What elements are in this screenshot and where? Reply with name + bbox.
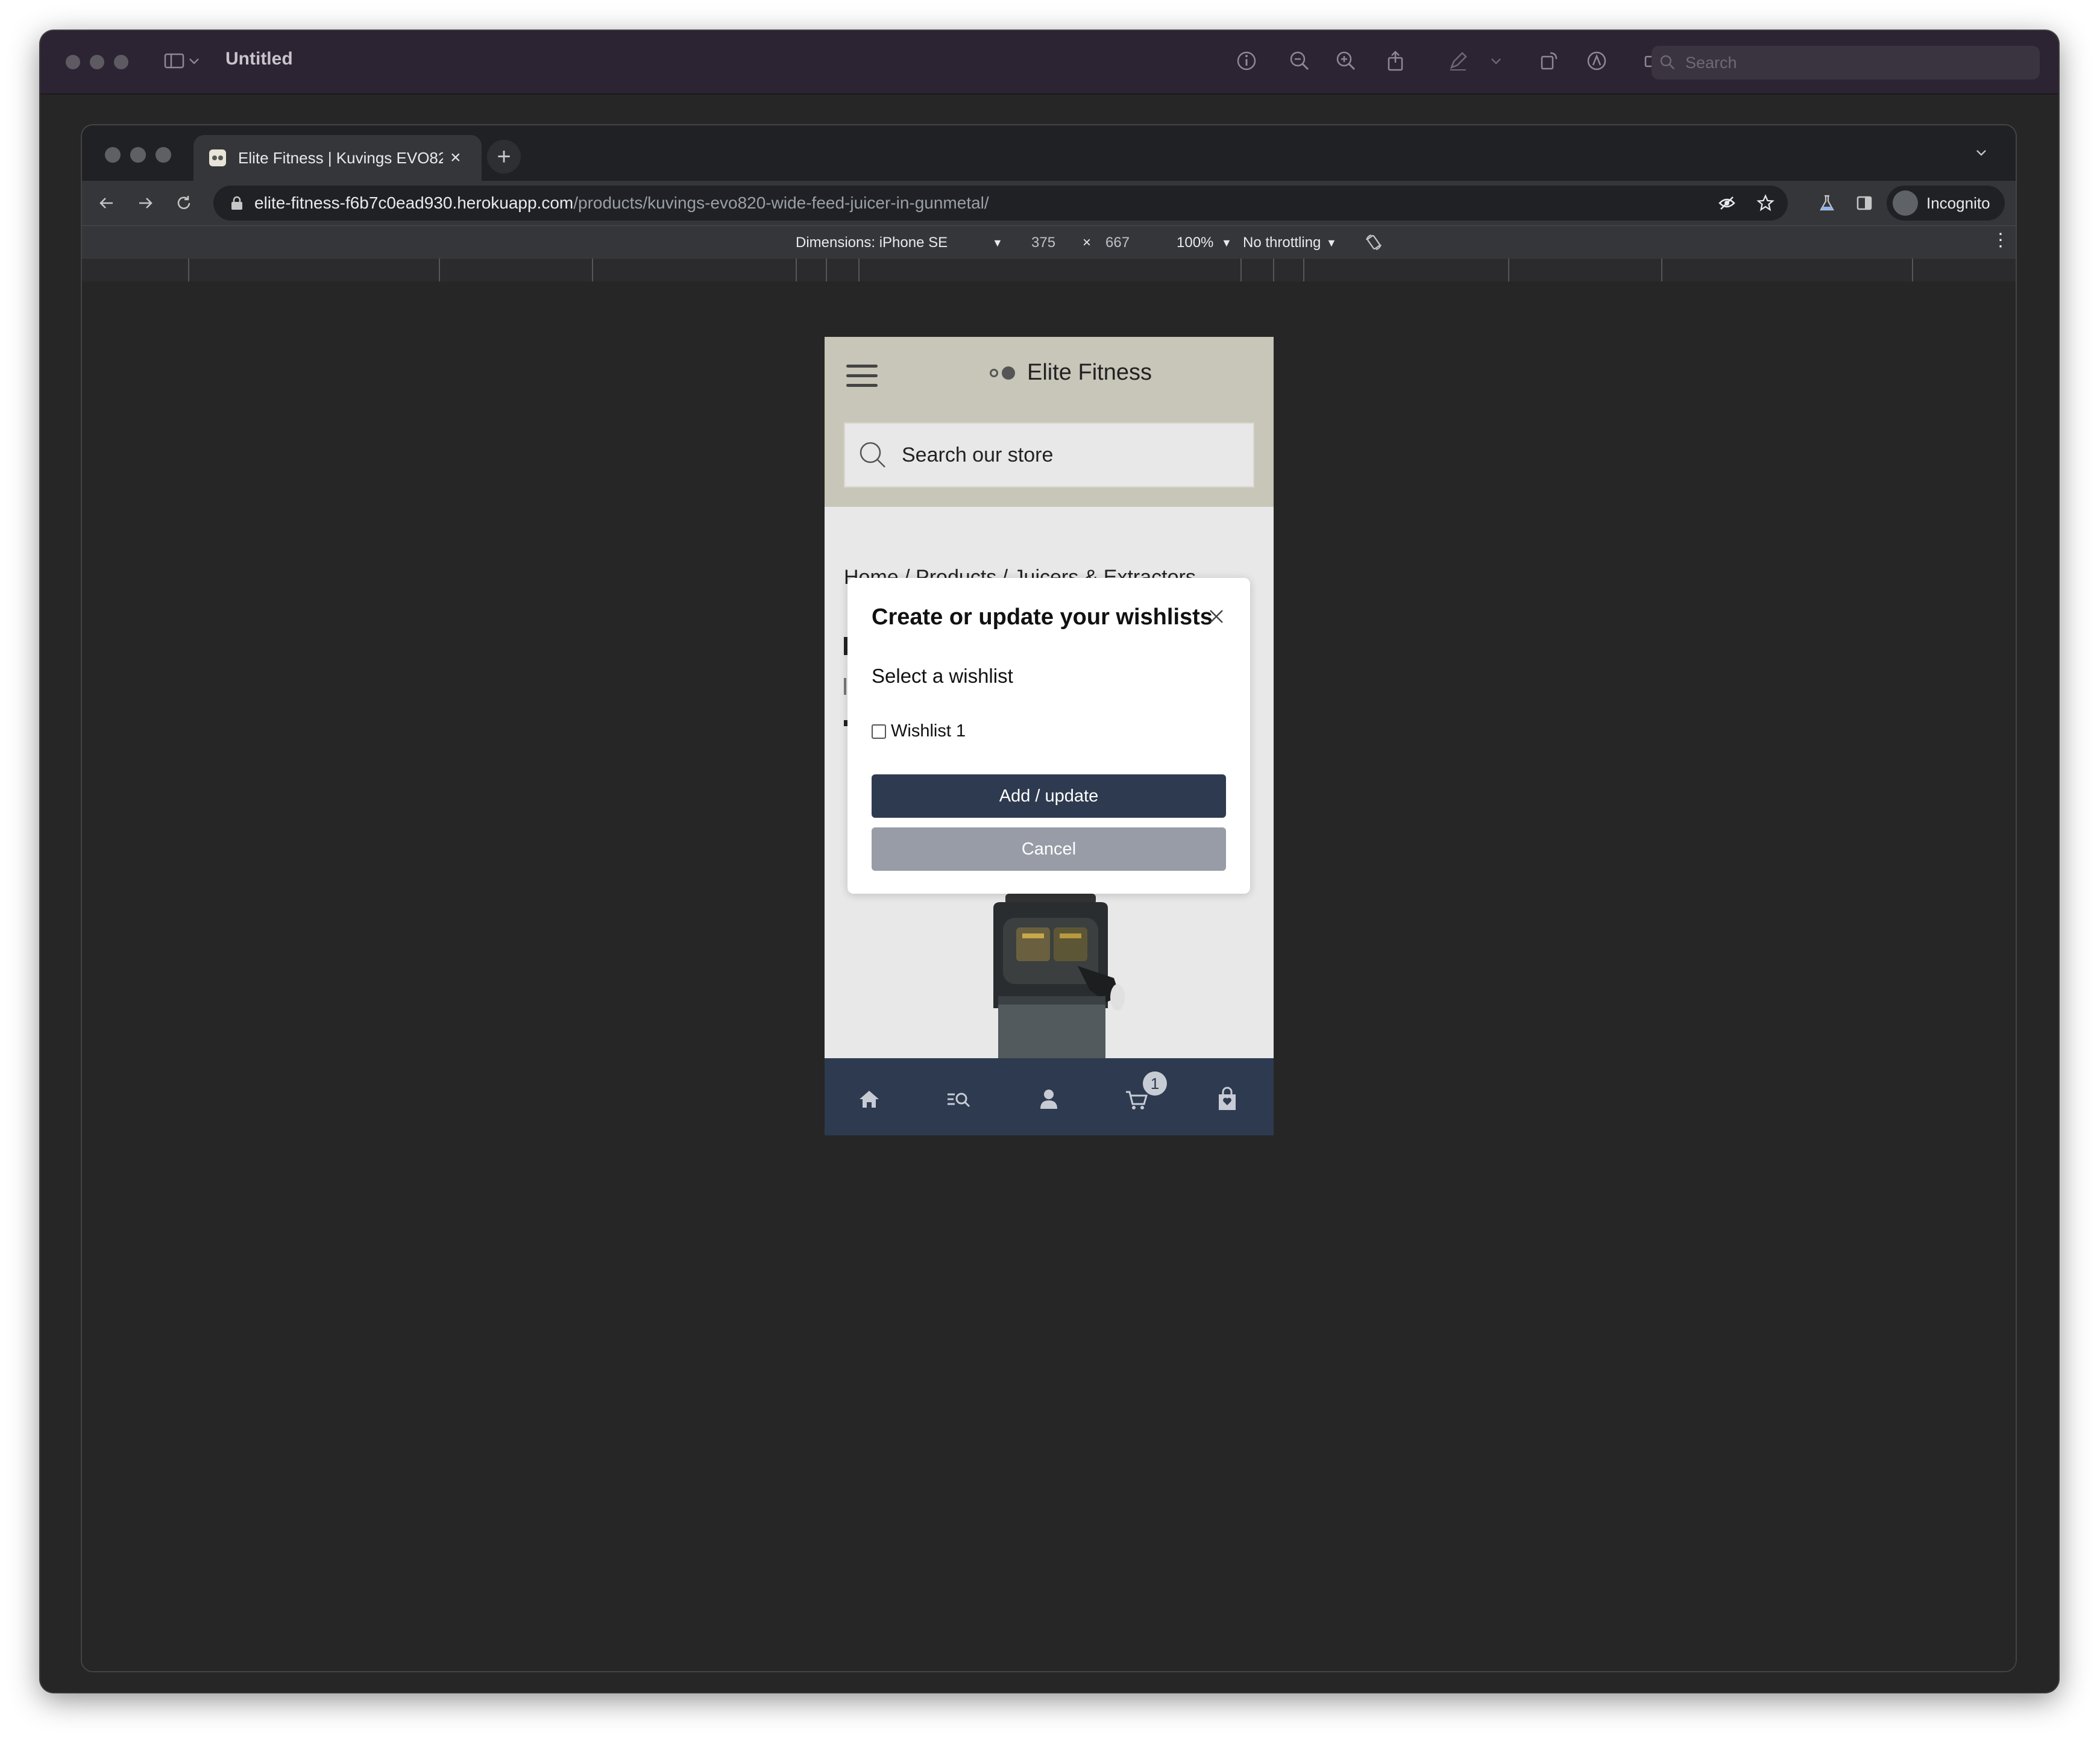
tab-close-icon[interactable]: × — [450, 148, 461, 168]
site-header: Elite Fitness Search our store — [825, 337, 1274, 507]
dimensions-dropdown-caret-icon: ▼ — [992, 237, 1003, 249]
wishlist-modal: Create or update your wishlists Select a… — [847, 578, 1250, 894]
browse-search-icon[interactable] — [943, 1084, 974, 1115]
device-dimensions-select[interactable]: Dimensions: iPhone SE — [796, 234, 948, 251]
throttling-select[interactable]: No throttling — [1243, 234, 1321, 251]
logo-dot-icon — [1002, 366, 1015, 380]
lock-icon[interactable] — [230, 196, 244, 210]
account-icon[interactable] — [1033, 1084, 1064, 1115]
markup-icon[interactable] — [1581, 45, 1612, 77]
site-favicon-icon — [209, 149, 226, 166]
modal-subtitle: Select a wishlist — [872, 665, 1013, 687]
eye-off-icon[interactable] — [1713, 189, 1741, 217]
forward-arrow-icon[interactable] — [131, 189, 159, 217]
times-symbol: × — [1083, 234, 1092, 251]
side-panel-icon[interactable] — [1850, 189, 1878, 217]
document-title: Untitled — [225, 49, 293, 69]
store-search-placeholder: Search our store — [902, 443, 1054, 466]
chrome-window: Elite Fitness | Kuvings EVO820 × + elite… — [82, 125, 2016, 1671]
wishlist-option[interactable]: Wishlist 1 — [872, 721, 966, 741]
chrome-zoom-button[interactable] — [156, 147, 171, 163]
incognito-profile-chip[interactable]: Incognito — [1887, 186, 2005, 221]
chrome-close-button[interactable] — [105, 147, 121, 163]
browser-toolbar: elite-fitness-f6b7c0ead930.herokuapp.com… — [82, 181, 2016, 225]
zoom-in-icon[interactable] — [1330, 45, 1362, 77]
tab-strip: Elite Fitness | Kuvings EVO820 × + — [82, 125, 2016, 181]
rotate-device-icon[interactable] — [1360, 228, 1388, 256]
rotate-icon[interactable] — [1533, 45, 1564, 77]
hamburger-menu-icon[interactable] — [846, 365, 878, 387]
wishlist-option-label[interactable]: Wishlist 1 — [891, 721, 966, 741]
store-search-input[interactable]: Search our store — [844, 422, 1254, 488]
tab-title: Elite Fitness | Kuvings EVO820 — [238, 148, 443, 167]
brand-name: Elite Fitness — [1027, 360, 1152, 385]
preview-titlebar: Untitled Search — [40, 31, 2058, 95]
media-query-ruler — [82, 258, 2016, 282]
tab-search-chevron-icon[interactable] — [1972, 143, 1990, 166]
zoom-window-button[interactable] — [114, 55, 128, 69]
url-text: elite-fitness-f6b7c0ead930.herokuapp.com… — [254, 193, 989, 213]
modal-title: Create or update your wishlists — [872, 604, 1213, 630]
bookmark-star-icon[interactable] — [1752, 189, 1779, 217]
product-juicer-image — [993, 894, 1125, 1062]
active-tab[interactable]: Elite Fitness | Kuvings EVO820 × — [193, 135, 482, 181]
markup-chevron-down-icon[interactable] — [1487, 45, 1505, 77]
logo-ring-icon — [990, 368, 998, 377]
zoom-dropdown-caret-icon: ▼ — [1221, 237, 1232, 249]
reload-icon[interactable] — [170, 189, 198, 217]
close-icon[interactable] — [1206, 606, 1227, 627]
cancel-button[interactable]: Cancel — [872, 827, 1226, 871]
info-icon[interactable] — [1231, 45, 1262, 77]
hidden-text-edge — [844, 678, 846, 695]
address-bar[interactable]: elite-fitness-f6b7c0ead930.herokuapp.com… — [213, 186, 1788, 221]
search-icon — [1660, 55, 1675, 70]
mobile-page: Elite Fitness Search our store Home / Pr… — [825, 337, 1274, 1135]
search-icon — [860, 442, 885, 468]
device-height-input[interactable]: 667 — [1105, 234, 1130, 251]
device-toolbar: Dimensions: iPhone SE ▼ 375 × 667 100% ▼… — [82, 225, 2016, 259]
site-logo[interactable]: Elite Fitness — [990, 360, 1152, 386]
add-update-button[interactable]: Add / update — [872, 774, 1226, 818]
home-icon[interactable] — [854, 1084, 885, 1115]
wishlist-checkbox[interactable] — [872, 724, 886, 739]
profile-label: Incognito — [1926, 193, 1990, 212]
labs-flask-icon[interactable] — [1813, 189, 1841, 217]
url-host: elite-fitness-f6b7c0ead930.herokuapp.com — [254, 193, 574, 212]
zoom-out-icon[interactable] — [1284, 45, 1315, 77]
incognito-avatar-icon — [1893, 190, 1918, 216]
close-window-button[interactable] — [66, 55, 80, 69]
zoom-select[interactable]: 100% — [1177, 234, 1213, 251]
share-icon[interactable] — [1380, 45, 1411, 77]
device-width-input[interactable]: 375 — [1031, 234, 1055, 251]
preview-search-placeholder: Search — [1685, 53, 1737, 72]
throttling-dropdown-caret-icon: ▼ — [1326, 237, 1337, 249]
minimize-window-button[interactable] — [90, 55, 104, 69]
markup-pen-icon[interactable] — [1442, 45, 1474, 77]
chevron-down-icon[interactable] — [185, 45, 203, 77]
more-options-icon[interactable]: ⋮ — [1992, 230, 2010, 251]
chrome-minimize-button[interactable] — [130, 147, 146, 163]
url-path: /products/kuvings-evo820-wide-feed-juice… — [573, 193, 989, 212]
shopping-bag-icon[interactable] — [1212, 1084, 1243, 1115]
back-arrow-icon[interactable] — [93, 189, 121, 217]
preview-window: Untitled Search Elite Fitness | Kuvings … — [40, 31, 2058, 1692]
new-tab-button[interactable]: + — [487, 140, 521, 174]
preview-search-field[interactable]: Search — [1652, 46, 2040, 80]
cart-count-badge: 1 — [1143, 1071, 1167, 1096]
bottom-navigation: 1 — [825, 1058, 1274, 1135]
